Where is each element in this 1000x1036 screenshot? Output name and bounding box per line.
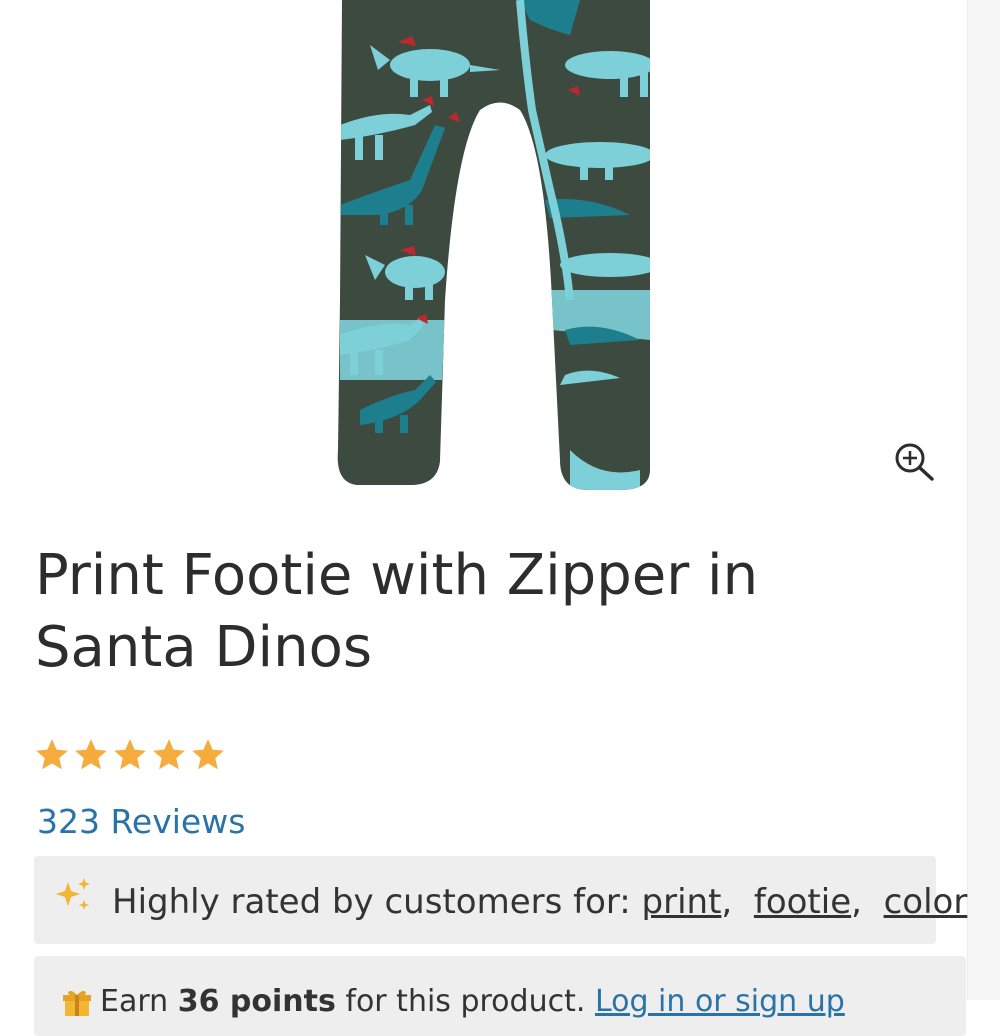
product-image[interactable] (320, 0, 670, 500)
star-icon (75, 739, 107, 770)
star-icon (192, 739, 224, 770)
scrollbar-track[interactable] (967, 0, 1000, 1000)
zoom-in-icon (895, 443, 934, 481)
rewards-text: Earn 36 points for this product. Log in … (100, 984, 845, 1019)
star-icon (153, 739, 185, 770)
tag-footie-link[interactable]: footie (754, 882, 851, 922)
rewards-banner: Earn 36 points for this product. Log in … (34, 956, 966, 1036)
rewards-earn: Earn (100, 984, 169, 1019)
star-icon (36, 739, 68, 770)
product-title: Print Footie with Zipper in Santa Dinos (35, 543, 759, 680)
highly-rated-banner: Highly rated by customers for: print, fo… (34, 856, 967, 944)
star-icon (114, 739, 146, 770)
rating-stars[interactable] (33, 736, 233, 778)
rewards-points: 36 points (177, 984, 336, 1019)
sparkle-icon (56, 878, 90, 910)
zoom-button[interactable] (890, 437, 940, 483)
gift-icon (63, 990, 91, 1016)
tag-color-link[interactable]: color (884, 882, 968, 922)
highly-rated-text: Highly rated by customers for: print, fo… (112, 882, 968, 922)
highly-rated-prefix: Highly rated by customers for: (112, 882, 631, 922)
tag-print-link[interactable]: print (642, 882, 722, 922)
login-signup-link[interactable]: Log in or sign up (595, 984, 845, 1019)
rewards-suffix: for this product. (345, 984, 586, 1019)
reviews-link[interactable]: 323 Reviews (37, 802, 245, 841)
